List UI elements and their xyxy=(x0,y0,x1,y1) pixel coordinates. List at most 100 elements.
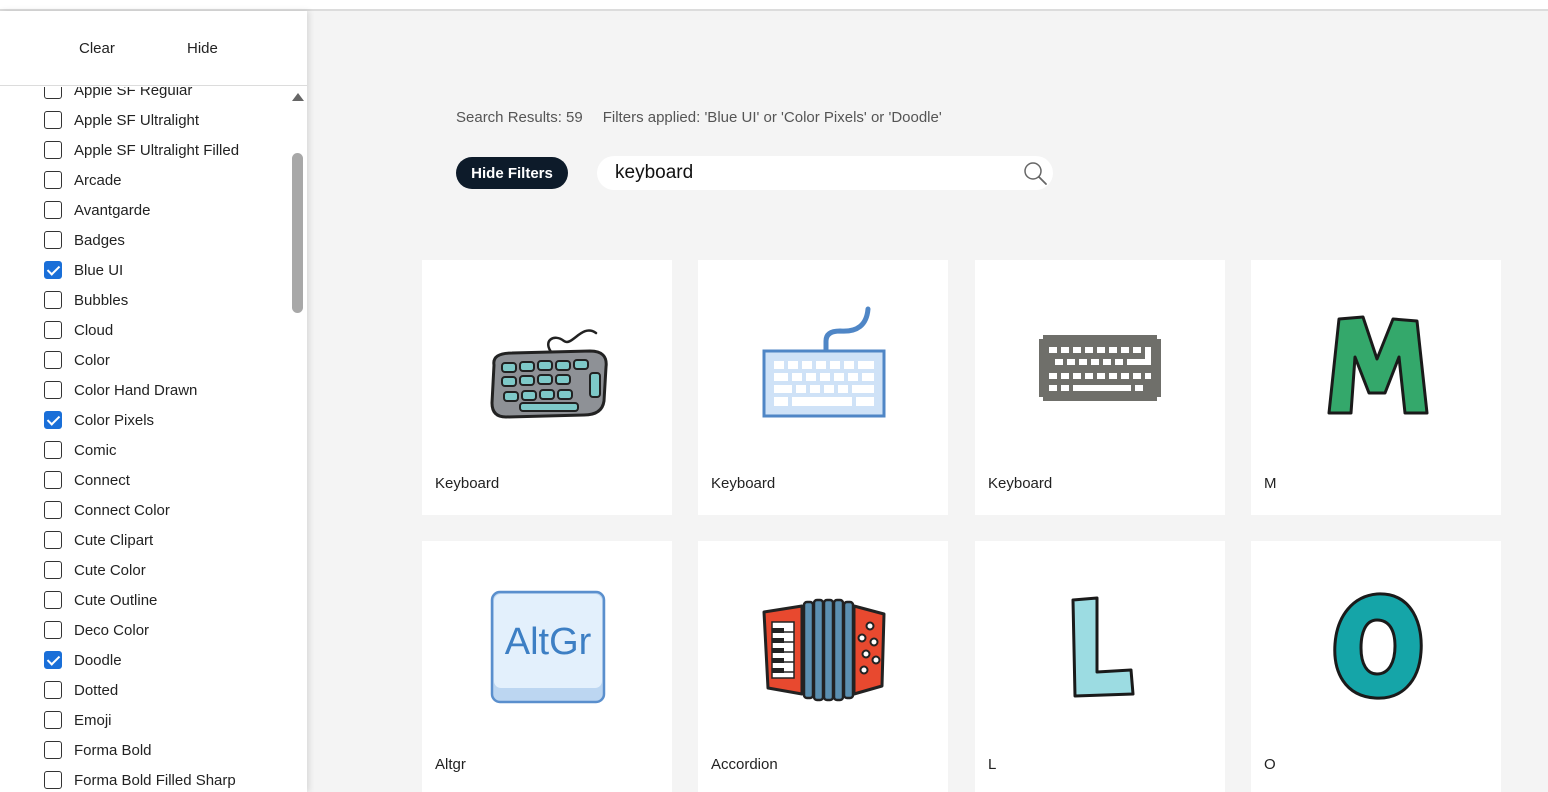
filter-item-forma-bold[interactable]: Forma Bold xyxy=(44,740,152,760)
filter-label: Dotted xyxy=(74,681,119,699)
filter-checkbox[interactable] xyxy=(44,561,62,579)
icon-card-title: Keyboard xyxy=(988,475,1053,492)
filter-checkbox[interactable] xyxy=(44,441,62,459)
filter-checkbox[interactable] xyxy=(44,411,62,429)
filter-label: Deco Color xyxy=(74,621,150,639)
filter-item-apple-sf-regular[interactable]: Apple SF Regular xyxy=(44,87,192,100)
filter-checkbox[interactable] xyxy=(44,471,62,489)
filter-item-color-pixels[interactable]: Color Pixels xyxy=(44,410,154,430)
filter-item-dotted[interactable]: Dotted xyxy=(44,680,118,700)
filter-checkbox[interactable] xyxy=(44,351,62,369)
filter-item-color-hand-drawn[interactable]: Color Hand Drawn xyxy=(44,380,197,400)
filter-checkbox[interactable] xyxy=(44,231,62,249)
filter-checkbox[interactable] xyxy=(44,591,62,609)
filter-checkbox[interactable] xyxy=(44,381,62,399)
filter-item-emoji[interactable]: Emoji xyxy=(44,710,112,730)
icon-card[interactable]: AltGr Altgr xyxy=(422,541,672,792)
filter-item-apple-sf-ultralight[interactable]: Apple SF Ultralight xyxy=(44,110,199,130)
top-border xyxy=(0,0,1548,11)
icon-card-title: Altgr xyxy=(435,756,466,773)
filter-label: Badges xyxy=(74,231,125,249)
doodle-keyboard-icon xyxy=(490,329,608,419)
filter-checkbox[interactable] xyxy=(44,111,62,129)
filter-label: Connect xyxy=(74,471,130,489)
filter-checkbox[interactable] xyxy=(44,87,62,99)
letter-m-icon xyxy=(1327,315,1429,415)
filters-applied-text: Filters applied: 'Blue UI' or 'Color Pix… xyxy=(602,109,942,126)
filter-checkbox[interactable] xyxy=(44,621,62,639)
filter-item-blue-ui[interactable]: Blue UI xyxy=(44,260,123,280)
pixel-keyboard-icon xyxy=(1039,335,1161,401)
icon-card[interactable]: Accordion xyxy=(698,541,948,792)
filter-item-bubbles[interactable]: Bubbles xyxy=(44,290,128,310)
filter-checkbox[interactable] xyxy=(44,171,62,189)
filter-label: Cloud xyxy=(74,321,114,339)
filter-item-connect[interactable]: Connect xyxy=(44,470,130,490)
scroll-up-arrow-icon[interactable] xyxy=(292,93,304,101)
filter-label: Color xyxy=(74,351,110,369)
filter-list: Apple SF Regular Apple SF Ultralight Appl… xyxy=(0,87,288,792)
filter-checkbox[interactable] xyxy=(44,741,62,759)
filter-item-arcade[interactable]: Arcade xyxy=(44,170,122,190)
filter-checkbox[interactable] xyxy=(44,321,62,339)
filter-item-connect-color[interactable]: Connect Color xyxy=(44,500,170,520)
letter-l-icon xyxy=(1071,596,1135,698)
letter-o-icon xyxy=(1333,592,1423,700)
icon-card[interactable]: L xyxy=(975,541,1225,792)
altgr-key-text: AltGr xyxy=(505,621,592,663)
icon-card-title: Keyboard xyxy=(435,475,500,492)
filter-checkbox[interactable] xyxy=(44,261,62,279)
clear-button[interactable]: Clear xyxy=(79,40,115,57)
filter-checkbox[interactable] xyxy=(44,771,62,789)
filter-item-badges[interactable]: Badges xyxy=(44,230,125,250)
filter-label: Color Hand Drawn xyxy=(74,381,198,399)
filter-item-comic[interactable]: Comic xyxy=(44,440,117,460)
filter-item-color[interactable]: Color xyxy=(44,350,110,370)
filter-checkbox[interactable] xyxy=(44,291,62,309)
icon-card[interactable]: Keyboard xyxy=(975,260,1225,515)
filter-item-cloud[interactable]: Cloud xyxy=(44,320,113,340)
filter-label: Emoji xyxy=(74,711,112,729)
filter-checkbox[interactable] xyxy=(44,651,62,669)
filter-item-avantgarde[interactable]: Avantgarde xyxy=(44,200,150,220)
filter-item-apple-sf-ultralight-filled[interactable]: Apple SF Ultralight Filled xyxy=(44,140,239,160)
filter-label: Cute Outline xyxy=(74,591,158,609)
filter-label: Connect Color xyxy=(74,501,170,519)
filter-label: Blue UI xyxy=(74,261,124,279)
search-icon[interactable] xyxy=(1022,160,1048,186)
icon-card[interactable]: O xyxy=(1251,541,1501,792)
icon-card[interactable]: M xyxy=(1251,260,1501,515)
filter-checkbox[interactable] xyxy=(44,501,62,519)
altgr-key-icon: AltGr xyxy=(490,590,606,704)
filter-label: Color Pixels xyxy=(74,411,155,429)
filter-checkbox[interactable] xyxy=(44,201,62,219)
filter-label: Comic xyxy=(74,441,117,459)
search-input[interactable] xyxy=(615,160,1005,186)
filter-label: Forma Bold Filled Sharp xyxy=(74,771,236,789)
hide-filters-button[interactable]: Hide Filters xyxy=(456,157,568,189)
search-box[interactable] xyxy=(597,156,1053,190)
hide-button[interactable]: Hide xyxy=(187,40,218,57)
sidebar-scrollbar[interactable] xyxy=(288,87,307,792)
filter-checkbox[interactable] xyxy=(44,711,62,729)
filter-label: Doodle xyxy=(74,651,122,669)
icon-card-title: O xyxy=(1264,756,1276,773)
filter-checkbox[interactable] xyxy=(44,531,62,549)
filter-label: Cute Clipart xyxy=(74,531,154,549)
filter-label: Bubbles xyxy=(74,291,129,309)
filter-checkbox[interactable] xyxy=(44,141,62,159)
icon-card[interactable]: Keyboard xyxy=(422,260,672,515)
filter-item-cute-color[interactable]: Cute Color xyxy=(44,560,146,580)
filter-item-cute-clipart[interactable]: Cute Clipart xyxy=(44,530,153,550)
filter-item-doodle[interactable]: Doodle xyxy=(44,650,122,670)
filter-label: Apple SF Ultralight Filled xyxy=(74,141,240,159)
blue-ui-keyboard-icon xyxy=(762,306,886,418)
filter-checkbox[interactable] xyxy=(44,681,62,699)
filter-item-forma-bold-filled-sharp[interactable]: Forma Bold Filled Sharp xyxy=(44,770,236,790)
icon-card-title: Accordion xyxy=(711,756,778,773)
icon-card-title: L xyxy=(988,756,997,773)
icon-card[interactable]: Keyboard xyxy=(698,260,948,515)
scrollbar-thumb[interactable] xyxy=(292,153,303,313)
filter-item-cute-outline[interactable]: Cute Outline xyxy=(44,590,157,610)
filter-item-deco-color[interactable]: Deco Color xyxy=(44,620,149,640)
